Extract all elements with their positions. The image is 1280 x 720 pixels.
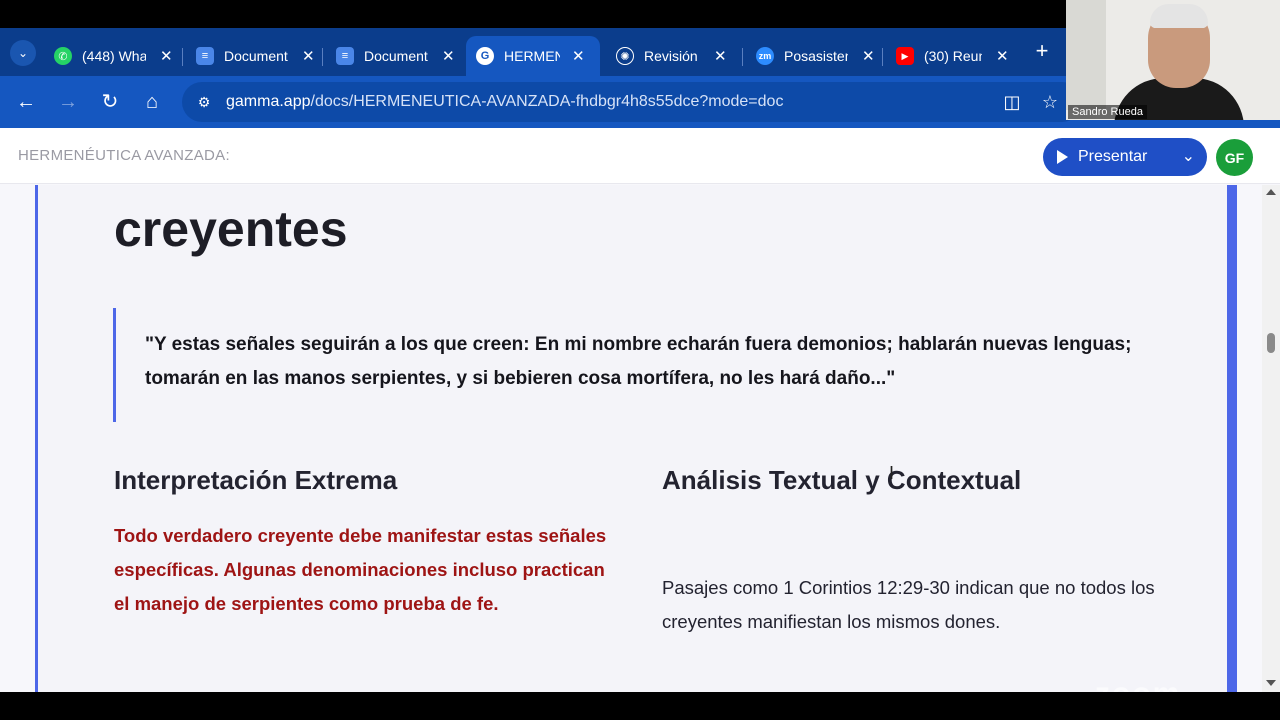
tab-title: HERMENEUTICA [504, 48, 560, 64]
background-window [1066, 0, 1106, 110]
tab-document-2[interactable]: ≡ Documento ✕ [326, 36, 465, 76]
address-bar[interactable]: ⚙ gamma.app/docs/HERMENEUTICA-AVANZADA-f… [182, 82, 1082, 122]
heading-line-1: Marcos 16:17-18 – Señales de los [114, 185, 906, 197]
present-button[interactable]: Presentar ⌄ [1043, 138, 1207, 176]
zoom-watermark: zoom [1095, 677, 1181, 692]
document-canvas: Marcos 16:17-18 – Señales de los creyent… [0, 185, 1262, 692]
tab-title: Revisión [644, 48, 698, 64]
tab-search-icon[interactable]: ⌄ [10, 40, 36, 66]
document-title: HERMENÉUTICA AVANZADA: [18, 147, 230, 164]
participant-hair [1150, 4, 1208, 28]
tab-separator [882, 48, 883, 66]
text-cursor-icon: I [889, 463, 895, 483]
back-arrow-icon[interactable]: ← [14, 90, 38, 114]
docs-icon: ≡ [196, 47, 214, 65]
scripture-quote: "Y estas señales seguirán a los que cree… [113, 308, 1153, 422]
screen: ⌄ ✆ (448) WhatsApp ✕ ≡ Documento ✕ ≡ Doc… [0, 28, 1280, 692]
docs-icon: ≡ [336, 47, 354, 65]
site-settings-icon[interactable]: ⚙ [194, 92, 214, 112]
openai-icon: ✺ [616, 47, 634, 65]
reload-icon[interactable]: ↻ [98, 90, 122, 114]
tab-separator [182, 48, 183, 66]
tab-document-1[interactable]: ≡ Documento ✕ [186, 36, 325, 76]
play-icon [1057, 150, 1068, 164]
close-icon[interactable]: ✕ [442, 47, 455, 65]
close-icon[interactable]: ✕ [160, 47, 173, 65]
gamma-icon: G [476, 47, 494, 65]
vertical-scrollbar[interactable] [1262, 185, 1280, 692]
scroll-up-icon[interactable] [1266, 189, 1276, 195]
tab-whatsapp[interactable]: ✆ (448) WhatsApp ✕ [44, 36, 183, 76]
content-card: Marcos 16:17-18 – Señales de los creyent… [35, 185, 1237, 692]
tab-zoom[interactable]: zm Posasistente ✕ [746, 36, 885, 76]
zoom-icon: zm [756, 47, 774, 65]
new-tab-icon[interactable]: + [1030, 40, 1054, 64]
close-icon[interactable]: ✕ [302, 47, 315, 65]
install-app-icon[interactable]: ◫ [1000, 90, 1024, 114]
forward-arrow-icon[interactable]: → [56, 90, 80, 114]
home-icon[interactable]: ⌂ [140, 90, 164, 114]
url-path: /docs/HERMENEUTICA-AVANZADA-fhdbgr4h8s55… [310, 93, 784, 110]
close-icon[interactable]: ✕ [862, 47, 875, 65]
card-heading: Marcos 16:17-18 – Señales de los creyent… [114, 185, 906, 261]
tab-separator [322, 48, 323, 66]
bookmark-star-icon[interactable]: ☆ [1038, 90, 1062, 114]
tab-gamma-active[interactable]: G HERMENEUTICA ✕ [466, 36, 600, 76]
webcam-overlay: Sandro Rueda [1066, 0, 1280, 120]
present-label: Presentar [1078, 148, 1148, 165]
tab-title: (448) WhatsApp [82, 48, 146, 64]
tab-revision[interactable]: ✺ Revisión ✕ [606, 36, 737, 76]
youtube-icon: ▶ [896, 47, 914, 65]
left-column-body: Todo verdadero creyente debe manifestar … [114, 525, 607, 614]
close-icon[interactable]: ✕ [572, 47, 585, 65]
participant-name: Sandro Rueda [1068, 105, 1147, 119]
scroll-thumb[interactable] [1267, 333, 1275, 353]
right-column-body: Pasajes como 1 Corintios 12:29-30 indica… [662, 577, 1155, 632]
tab-youtube[interactable]: ▶ (30) Reunión ✕ [886, 36, 1019, 76]
tab-title: Documento [364, 48, 428, 64]
tab-title: Documento [224, 48, 288, 64]
quote-text: "Y estas señales seguirán a los que cree… [145, 334, 1132, 389]
bottom-letterbox [0, 692, 1280, 720]
user-avatar[interactable]: GF [1216, 139, 1253, 176]
close-icon[interactable]: ✕ [996, 47, 1009, 65]
left-column-title: Interpretación Extrema [114, 465, 398, 495]
app-header: HERMENÉUTICA AVANZADA: Presentar ⌄ GF [0, 128, 1280, 184]
tab-title: Posasistente [784, 48, 848, 64]
url-domain: gamma.app [226, 93, 311, 110]
right-column-title: Análisis Textual y Contextual [662, 465, 1022, 495]
chevron-down-icon[interactable]: ⌄ [1182, 146, 1195, 166]
tab-title: (30) Reunión [924, 48, 982, 64]
close-icon[interactable]: ✕ [714, 47, 727, 65]
whatsapp-icon: ✆ [54, 47, 72, 65]
scroll-down-icon[interactable] [1266, 680, 1276, 686]
heading-line-2: creyentes [114, 201, 348, 257]
tab-separator [742, 48, 743, 66]
url-text: gamma.app/docs/HERMENEUTICA-AVANZADA-fhd… [226, 93, 783, 111]
